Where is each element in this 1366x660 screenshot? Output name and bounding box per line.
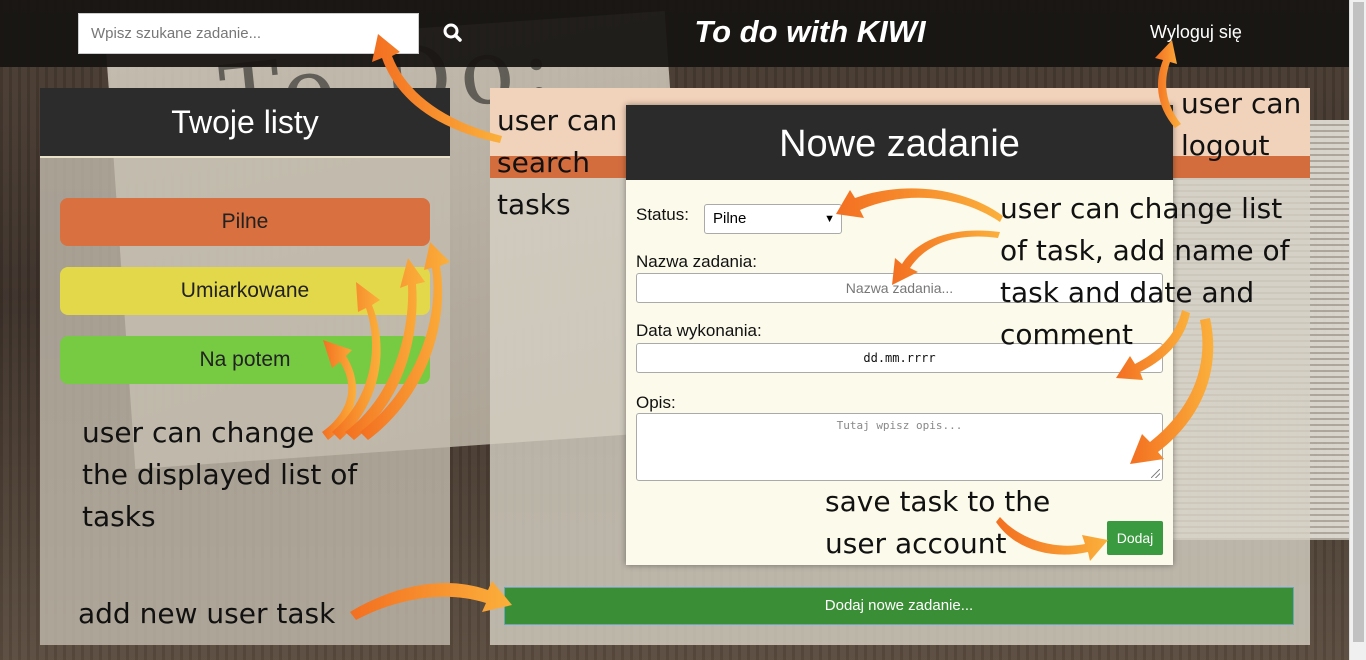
annotation-add: add new user task [78,597,336,630]
annotation-line: logout [1181,129,1270,162]
description-placeholder: Tutaj wpisz opis... [836,419,963,432]
scrollbar-thumb[interactable] [1353,2,1364,642]
due-date-label: Data wykonania: [636,321,762,340]
task-name-label: Nazwa zadania: [636,252,757,271]
annotation-line: comment [1000,318,1134,351]
list-item-na-potem[interactable]: Na potem [60,336,430,384]
top-bar: To do with KIWI Wyloguj się [0,0,1349,67]
modal-title: Nowe zadanie [779,123,1020,165]
annotation-search: user can search tasks [497,100,617,226]
resize-handle-icon[interactable] [1151,469,1160,478]
annotation-line: search [497,146,591,179]
lists-header: Twoje listy [40,88,450,158]
annotation-line: save task to the [825,485,1051,518]
annotation-line: user can [1181,87,1302,120]
status-select[interactable]: Pilne ▼ [704,204,842,234]
annotation-line: of task, add name of [1000,234,1290,267]
search-button[interactable] [436,18,470,48]
annotation-form: user can change list of task, add name o… [1000,188,1290,356]
annotation-logout: user can logout [1181,83,1301,167]
page-scrollbar[interactable] [1349,0,1366,660]
annotation-line: user can change [82,416,315,449]
chevron-down-icon: ▼ [824,213,835,225]
annotation-save: save task to the user account [825,481,1050,565]
description-textarea[interactable]: Tutaj wpisz opis... [636,413,1163,481]
annotation-line: tasks [497,188,571,221]
annotation-line: user account [825,527,1007,560]
submit-task-button[interactable]: Dodaj [1107,521,1163,555]
annotation-line: the displayed list of [82,458,358,491]
modal-header: Nowe zadanie [626,105,1173,180]
app-title: To do with KIWI [694,14,926,49]
annotation-lists: user can change the displayed list of ta… [82,412,357,538]
annotation-line: tasks [82,500,156,533]
annotation-line: task and date and [1000,276,1255,309]
list-item-pilne[interactable]: Pilne [60,198,430,246]
description-label: Opis: [636,393,676,412]
search-icon [443,23,462,42]
annotation-line: user can change list [1000,192,1283,225]
logout-link[interactable]: Wyloguj się [1150,22,1242,43]
list-item-umiarkowane[interactable]: Umiarkowane [60,267,430,315]
search-input[interactable] [78,13,419,54]
annotation-line: user can [497,104,618,137]
lists-panel: Twoje listy Pilne Umiarkowane Na potem [40,88,450,645]
status-label: Status: [636,205,689,224]
lists-title: Twoje listy [171,104,319,140]
add-new-task-button[interactable]: Dodaj nowe zadanie... [504,587,1294,625]
status-value: Pilne [713,210,747,227]
